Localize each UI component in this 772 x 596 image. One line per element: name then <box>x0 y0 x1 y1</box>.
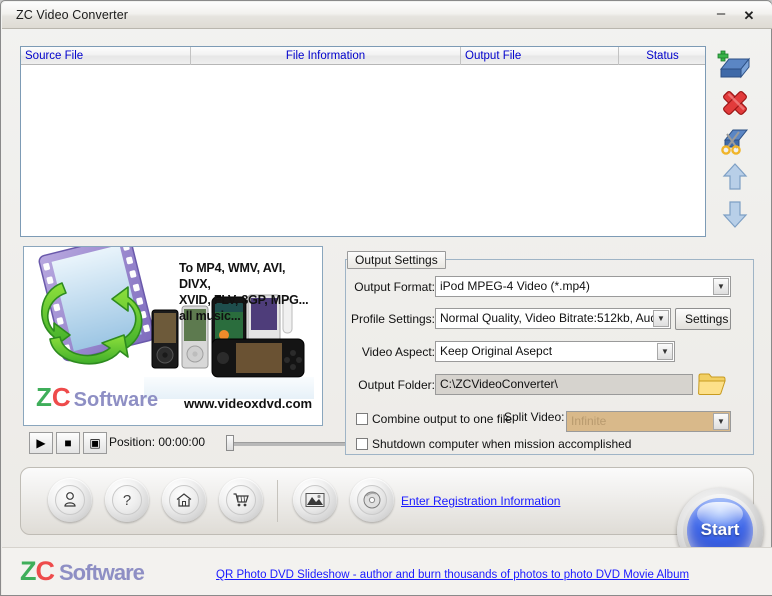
combine-output-label: Combine output to one file <box>372 412 513 426</box>
split-video-value: Infinite <box>571 414 607 428</box>
question-mark-icon: ? <box>112 485 142 515</box>
position-slider-thumb[interactable] <box>226 435 234 451</box>
footer-promo-link[interactable]: QR Photo DVD Slideshow - author and burn… <box>216 569 689 581</box>
promo-line-3: all music... <box>179 309 241 323</box>
stop-button[interactable]: ■ <box>56 432 80 454</box>
app-window: ZC Video Converter – ✕ Source File File … <box>0 0 772 596</box>
file-actions-toolbar <box>711 49 757 239</box>
video-edit-icon <box>300 485 330 515</box>
split-video-select[interactable]: Infinite ▼ <box>566 411 731 432</box>
file-list-body[interactable] <box>21 65 705 236</box>
shopping-cart-icon <box>226 485 256 515</box>
profile-settings-select[interactable]: Normal Quality, Video Bitrate:512kb, Aud… <box>435 308 671 329</box>
logo-word-software: Software <box>73 389 159 411</box>
column-header-status[interactable]: Status <box>619 47 706 65</box>
output-format-value: iPod MPEG-4 Video (*.mp4) <box>440 279 590 293</box>
file-list-panel[interactable]: Source File File Information Output File… <box>20 46 706 237</box>
video-aspect-select[interactable]: Keep Original Asepct ▼ <box>435 341 675 362</box>
output-format-select[interactable]: iPod MPEG-4 Video (*.mp4) ▼ <box>435 276 731 297</box>
footer-logo-letter-z: Z <box>20 556 36 586</box>
position-label: Position: 00:00:00 <box>109 435 206 449</box>
output-folder-label: Output Folder: <box>358 378 435 392</box>
promo-line-1: To MP4, WMV, AVI, DIVX, <box>179 261 286 291</box>
column-header-output-file[interactable]: Output File <box>461 47 619 65</box>
footer-logo-word-software: Software <box>59 560 145 585</box>
promo-text: To MP4, WMV, AVI, DIVX, XVID, FLV, 3GP, … <box>179 260 319 324</box>
logo-letter-z: Z <box>36 382 52 412</box>
snapshot-button[interactable]: ▣ <box>83 432 107 454</box>
output-folder-field[interactable]: C:\ZCVideoConverter\ <box>435 374 693 395</box>
footer-logo-letter-c: C <box>35 556 55 586</box>
play-button[interactable]: ▶ <box>29 432 53 454</box>
close-button[interactable]: ✕ <box>740 8 758 24</box>
disc-button[interactable] <box>350 478 394 522</box>
delete-file-icon[interactable] <box>715 86 755 120</box>
shutdown-label: Shutdown computer when mission accomplis… <box>372 437 632 451</box>
bottom-toolbar: ? Enter Registration Information <box>20 467 754 535</box>
chevron-down-icon[interactable]: ▼ <box>713 413 729 430</box>
profile-settings-value: Normal Quality, Video Bitrate:512kb, Aud… <box>440 311 671 325</box>
minimize-button[interactable]: – <box>712 6 730 24</box>
footer-zc-logo: ZC Software <box>20 556 145 587</box>
clear-list-icon[interactable] <box>715 123 755 157</box>
window-title: ZC Video Converter <box>16 8 129 22</box>
shutdown-checkbox[interactable] <box>356 438 368 450</box>
video-aspect-label: Video Aspect: <box>361 345 435 359</box>
file-list-header: Source File File Information Output File… <box>21 47 705 65</box>
preview-zc-logo: ZC Software <box>36 382 158 413</box>
preview-website: www.videoxdvd.com <box>184 396 313 411</box>
move-down-icon[interactable] <box>715 197 755 231</box>
split-video-label: Split Video: <box>504 410 565 424</box>
start-button-label: Start <box>700 520 740 539</box>
home-icon <box>169 485 199 515</box>
media-controls: ▶ ■ ▣ Position: 00:00:00 <box>23 432 345 458</box>
account-button[interactable] <box>48 478 92 522</box>
title-bar: ZC Video Converter – ✕ <box>2 2 772 29</box>
profile-settings-label: Profile Settings: <box>350 312 435 326</box>
home-button[interactable] <box>162 478 206 522</box>
person-icon <box>55 485 85 515</box>
move-up-icon[interactable] <box>715 160 755 194</box>
chevron-down-icon[interactable]: ▼ <box>653 310 669 327</box>
logo-letter-c: C <box>51 382 71 412</box>
promo-line-2: XVID, FLV, 3GP, MPG... <box>179 293 309 307</box>
toolbar-divider <box>277 480 278 522</box>
output-settings-title: Output Settings <box>347 251 446 269</box>
chevron-down-icon[interactable]: ▼ <box>657 343 673 360</box>
merge-button[interactable] <box>293 478 337 522</box>
disc-icon <box>357 485 387 515</box>
video-aspect-value: Keep Original Asepct <box>440 344 553 358</box>
buy-button[interactable] <box>219 478 263 522</box>
registration-link[interactable]: Enter Registration Information <box>401 494 560 508</box>
browse-folder-icon[interactable] <box>698 371 728 400</box>
footer-bar: ZC Software QR Photo DVD Slideshow - auth… <box>2 547 772 595</box>
add-file-icon[interactable] <box>715 49 755 83</box>
settings-button[interactable]: Settings <box>675 308 731 330</box>
preview-panel[interactable]: To MP4, WMV, AVI, DIVX, XVID, FLV, 3GP, … <box>23 246 323 426</box>
column-header-file-information[interactable]: File Information <box>191 47 461 65</box>
position-slider-track[interactable] <box>228 442 345 446</box>
column-header-source-file[interactable]: Source File <box>21 47 191 65</box>
combine-output-checkbox[interactable] <box>356 413 368 425</box>
chevron-down-icon[interactable]: ▼ <box>713 278 729 295</box>
output-format-label: Output Format: <box>354 280 435 294</box>
help-button[interactable]: ? <box>105 478 149 522</box>
